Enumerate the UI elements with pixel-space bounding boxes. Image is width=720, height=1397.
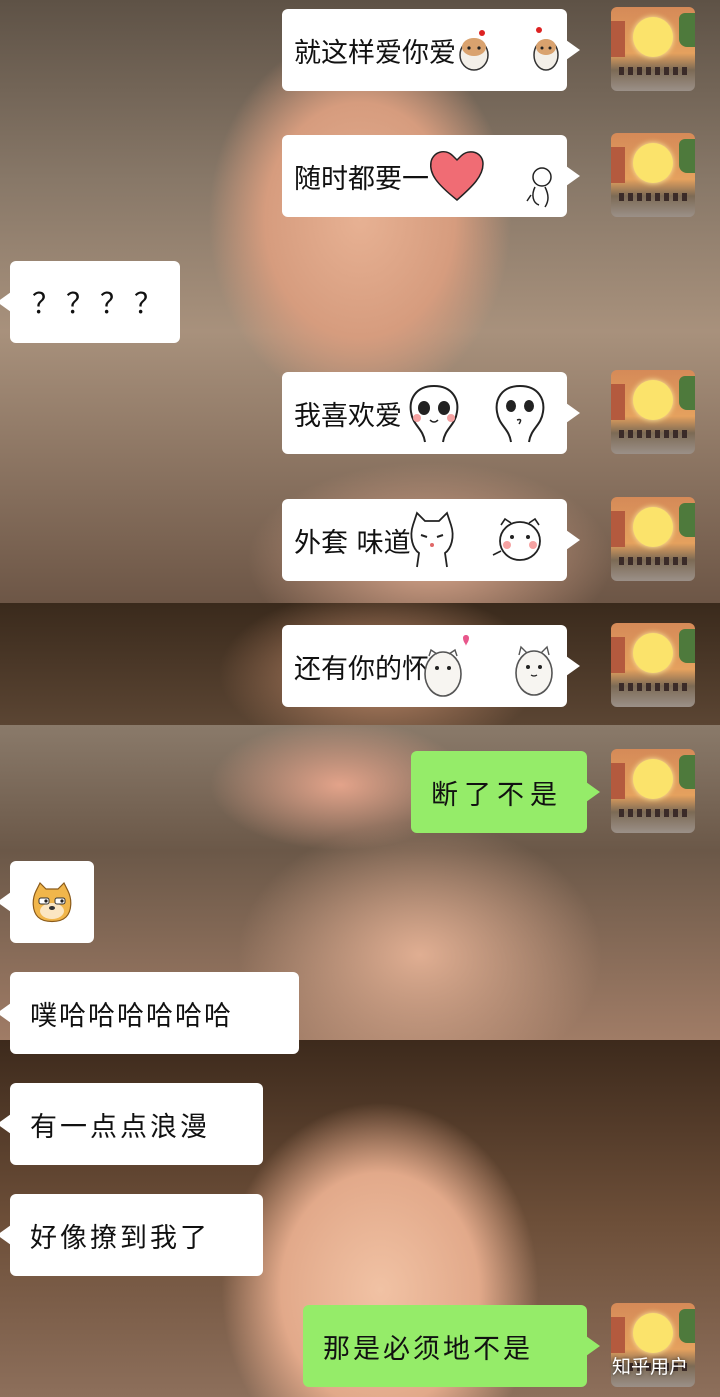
avatar[interactable] [611, 497, 695, 581]
message-bubble[interactable]: ？？？？ [0, 261, 180, 343]
message-bubble[interactable]: 随时都要一 [282, 135, 580, 217]
hamster-heart-sticker [418, 631, 478, 701]
message-text: ？？？？ [32, 287, 169, 320]
avatar[interactable] [611, 749, 695, 833]
avatar[interactable] [611, 623, 695, 707]
message-bubble[interactable]: 噗哈哈哈哈哈哈 [0, 972, 299, 1054]
hamster-sticker [510, 635, 558, 701]
message-bubble[interactable]: 还有你的怀 [282, 625, 580, 707]
message-bubble[interactable]: 有一点点浪漫 [0, 1083, 263, 1165]
message-text: 还有你的怀 [294, 653, 429, 685]
message-text: 那是必须地不是 [323, 1333, 533, 1365]
message-bubble[interactable]: 外套 味道 [282, 499, 580, 581]
message-text: 有一点点浪漫 [30, 1111, 210, 1143]
blush-face-sticker [492, 380, 548, 446]
blush-face-sticker [406, 380, 462, 446]
heart-sticker [426, 141, 488, 209]
message-text: 我喜欢爱 [294, 400, 402, 432]
message-bubble[interactable]: 那是必须地不是 [303, 1305, 600, 1387]
avatar[interactable] [611, 7, 695, 91]
message-bubble[interactable]: 就这样爱你爱 [282, 9, 580, 91]
hamster-sticker [530, 23, 562, 77]
message-bubble[interactable] [0, 861, 94, 943]
doodle-sticker [524, 163, 556, 211]
message-text: 外套 味道 [294, 527, 411, 559]
zhihu-logo: 知乎用户 [612, 1356, 689, 1378]
message-text: 随时都要一 [294, 163, 429, 195]
message-text: 就这样爱你爱 [294, 37, 456, 69]
message-bubble[interactable]: 我喜欢爱 [282, 372, 580, 454]
avatar[interactable] [611, 370, 695, 454]
message-bubble[interactable]: 断了不是 [411, 751, 600, 833]
message-text: 好像撩到我了 [30, 1222, 210, 1254]
doge-emoji [30, 881, 74, 925]
message-text: 噗哈哈哈哈哈哈 [30, 1000, 233, 1032]
hamster-sticker [490, 509, 550, 571]
message-bubble[interactable]: 好像撩到我了 [0, 1194, 263, 1276]
avatar[interactable] [611, 133, 695, 217]
hamster-sticker [454, 27, 494, 75]
cat-sticker [404, 507, 460, 573]
watermark: 知乎用户 [612, 1352, 688, 1379]
message-text: 断了不是 [431, 779, 563, 811]
